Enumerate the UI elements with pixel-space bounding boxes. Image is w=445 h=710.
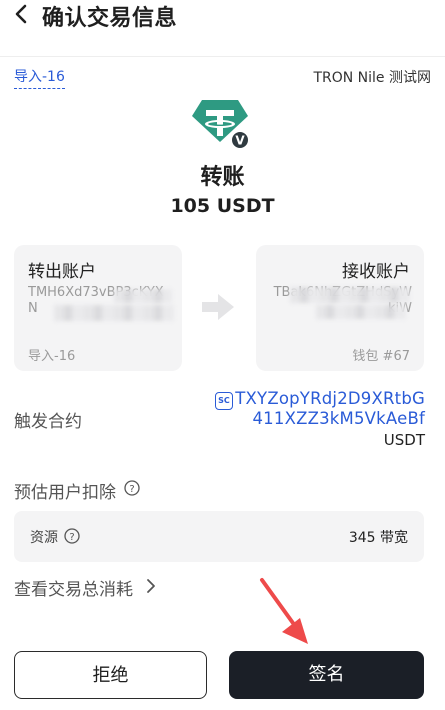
from-account-wallet: 导入-16	[28, 349, 76, 364]
svg-text:?: ?	[69, 532, 74, 543]
help-question-icon[interactable]: ?	[124, 480, 140, 496]
annotation-arrow-icon	[260, 578, 308, 644]
contract-label: 触发合约	[14, 412, 82, 432]
transaction-amount: 105 USDT	[170, 195, 275, 217]
header-divider	[0, 56, 445, 57]
resource-label: 资源	[30, 530, 58, 546]
from-account-label: 转出账户	[28, 262, 96, 282]
contract-token-symbol: USDT	[383, 431, 425, 449]
to-account-card: 接收账户 TBak6NhZGtZHdSyWkiW 钱包 #67	[256, 245, 424, 371]
address-redaction	[54, 305, 174, 321]
address-redaction	[316, 305, 406, 319]
sign-button[interactable]: 签名	[229, 651, 424, 699]
contract-address-link[interactable]: TXYZopYRdj2D9XRtbG411XZZ3kM5VkAeBf	[235, 389, 425, 429]
svg-text:V: V	[235, 134, 245, 148]
header: 确认交易信息	[0, 0, 445, 31]
to-account-wallet: 钱包 #67	[352, 349, 410, 364]
address-redaction	[114, 289, 172, 303]
svg-text:?: ?	[129, 484, 134, 495]
to-account-label: 接收账户	[342, 262, 410, 282]
help-question-icon[interactable]: ?	[64, 528, 80, 544]
chevron-right-icon[interactable]	[145, 577, 157, 595]
account-name-link[interactable]: 导入-16	[14, 66, 65, 89]
estimated-deduction-label: 预估用户扣除	[14, 483, 116, 503]
reject-button[interactable]: 拒绝	[14, 651, 207, 699]
smart-contract-badge-icon: SC	[215, 392, 233, 410]
from-account-card: 转出账户 TMH6Xd73vBP3cKYXN 导入-16	[14, 245, 182, 371]
page-title: 确认交易信息	[42, 6, 178, 31]
view-total-cost-link[interactable]: 查看交易总消耗	[14, 575, 133, 600]
address-redaction	[290, 287, 410, 303]
transaction-type: 转账	[200, 165, 245, 190]
tether-usdt-logo-icon: V	[192, 100, 250, 150]
resource-row: 资源 ? 345 带宽	[14, 511, 424, 562]
network-label: TRON Nile 测试网	[313, 70, 431, 86]
arrow-right-icon	[202, 294, 234, 320]
resource-value: 345 带宽	[348, 530, 408, 546]
back-arrow-icon[interactable]	[10, 2, 34, 26]
